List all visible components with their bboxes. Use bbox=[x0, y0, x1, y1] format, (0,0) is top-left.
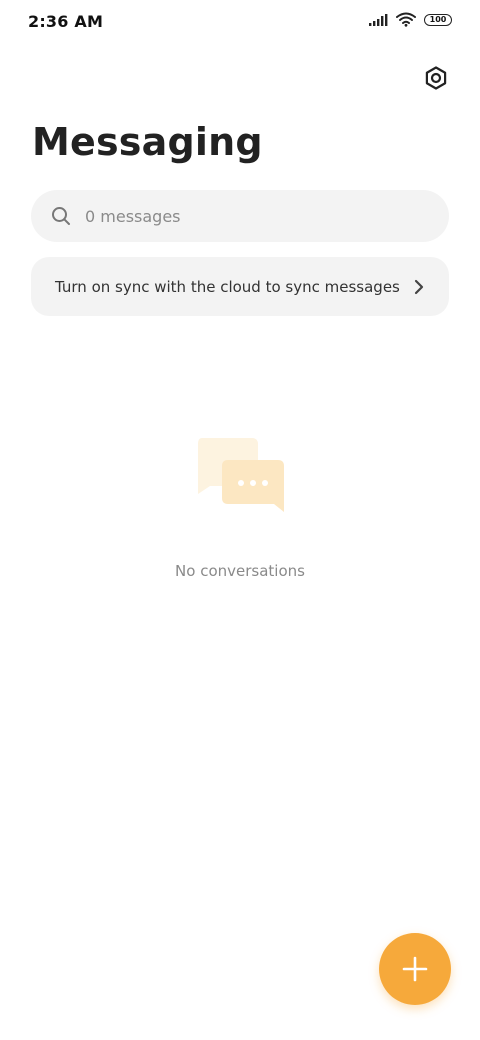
search-bar[interactable] bbox=[31, 190, 449, 242]
search-input[interactable] bbox=[83, 205, 407, 227]
signal-icon bbox=[369, 13, 388, 26]
new-message-button[interactable] bbox=[379, 933, 451, 1005]
battery-level: 100 bbox=[429, 14, 447, 24]
empty-state-text: No conversations bbox=[175, 562, 305, 580]
settings-button[interactable] bbox=[422, 64, 450, 92]
chat-bubbles-icon bbox=[198, 438, 284, 512]
search-icon bbox=[52, 207, 70, 225]
messaging-screen: 2:36 AM 100 Messaging 0 messages Turn on… bbox=[0, 0, 480, 1040]
sync-banner-text: Turn on sync with the cloud to sync mess… bbox=[55, 277, 400, 296]
status-bar: 2:36 AM 100 bbox=[0, 0, 480, 44]
status-time: 2:36 AM bbox=[28, 12, 104, 31]
sync-banner[interactable]: Turn on sync with the cloud to sync mess… bbox=[31, 257, 449, 316]
gear-icon bbox=[425, 66, 447, 90]
status-icons: 100 bbox=[368, 12, 452, 27]
page-title: Messaging bbox=[32, 120, 263, 164]
plus-icon bbox=[402, 956, 428, 982]
chevron-right-icon bbox=[414, 279, 424, 294]
battery-icon: 100 bbox=[424, 13, 452, 26]
wifi-icon bbox=[396, 12, 416, 27]
